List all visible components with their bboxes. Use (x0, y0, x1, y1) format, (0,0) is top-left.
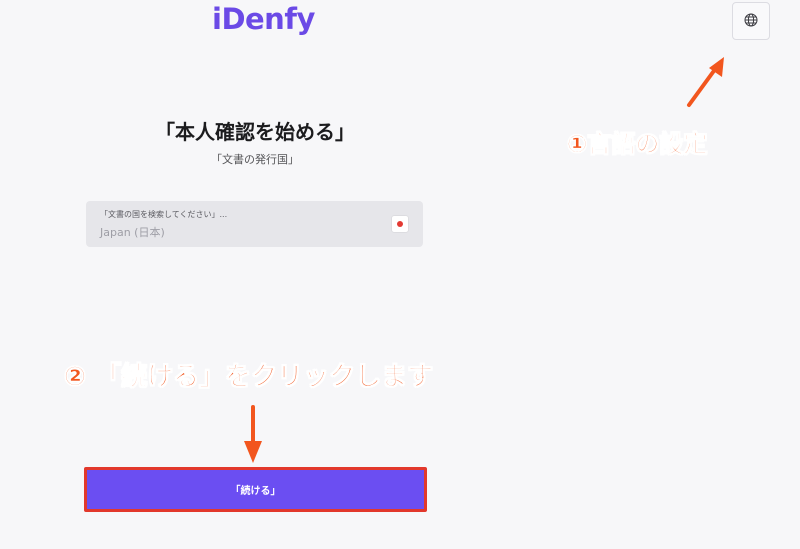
idenfy-logo: iDenfy (212, 2, 315, 36)
country-select-field[interactable]: 「文書の国を検索してください」... Japan (日本) (86, 201, 423, 247)
language-button[interactable] (732, 2, 770, 40)
continue-button-highlight: 「続ける」 (84, 467, 427, 512)
page-subtitle: 「文書の発行国」 (211, 153, 299, 166)
country-field-value: Japan (日本) (100, 226, 165, 239)
continue-button[interactable]: 「続ける」 (87, 470, 424, 509)
globe-icon (744, 12, 758, 31)
page-title: 「本人確認を始める」 (155, 120, 355, 144)
country-field-label: 「文書の国を検索してください」... (100, 210, 228, 219)
annotation-arrow-icon (687, 57, 724, 107)
japan-flag-icon (392, 216, 408, 232)
annotation-step1: ①言語の設定 (567, 130, 708, 159)
annotation-step2: ② 「続ける」をクリックします (64, 362, 434, 393)
down-arrow-icon (244, 405, 262, 463)
